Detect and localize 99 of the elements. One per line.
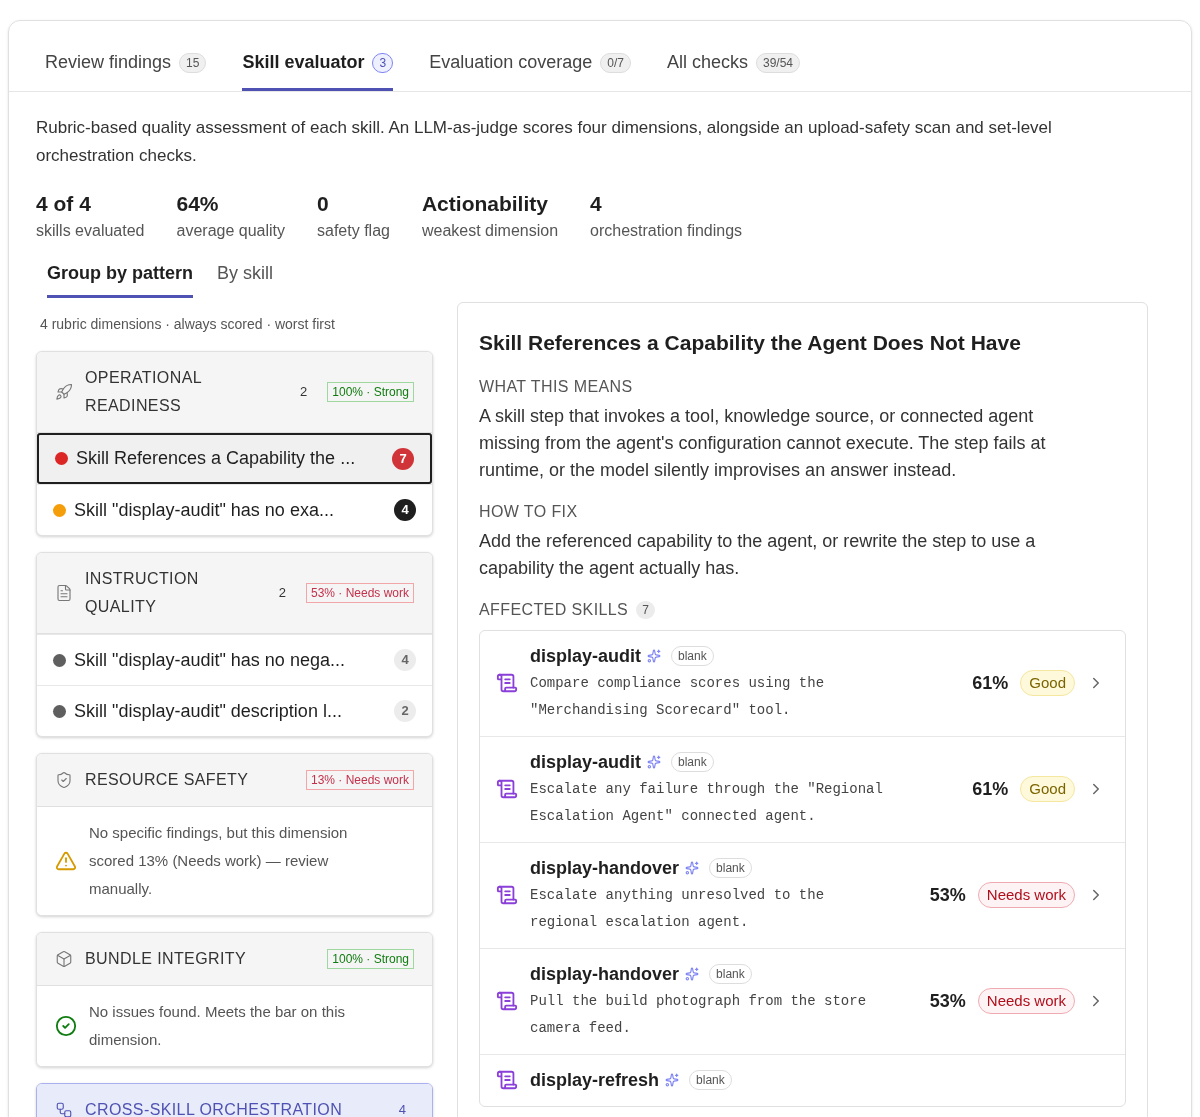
- skill-row[interactable]: display-handover blank Pull the build photograph from the store camera feed. 53% Needs work: [480, 947, 1125, 1054]
- group-title: CROSS-SKILL ORCHESTRATION: [85, 1100, 344, 1117]
- tab[interactable]: Review findings 15: [45, 21, 207, 91]
- groups-caption: 4 rubric dimensions · always scored · worst first: [39, 315, 336, 334]
- group-header[interactable]: RESOURCE SAFETY 13% · Needs work: [37, 754, 432, 807]
- group-icon: [55, 1101, 73, 1117]
- skill-row[interactable]: display-audit blank Compare compliance scores using the "Merchandising Scorecard" tool. 61% Good: [480, 630, 1125, 736]
- stat-label: skills evaluated: [36, 221, 145, 241]
- section-text: Add the referenced capability to the agent, or rewrite the step to use a capability the agent actually has.: [479, 529, 1037, 580]
- stat-label: orchestration findings: [590, 221, 743, 241]
- score-badge: 53% · Needs work: [305, 583, 414, 603]
- warning-icon: [55, 850, 77, 872]
- tab[interactable]: All checks 39/54: [666, 21, 801, 91]
- view-tab[interactable]: By skill: [217, 260, 274, 298]
- finding-count: 7: [392, 447, 414, 470]
- group-header[interactable]: BUNDLE INTEGRITY 100% · Strong: [37, 933, 432, 986]
- finding-title: Skill "display-audit" has no nega...: [74, 648, 346, 672]
- group-icon: [55, 584, 73, 602]
- sparkle-icon: [685, 967, 700, 981]
- group-header[interactable]: INSTRUCTION QUALITY 2 53% · Needs work: [37, 553, 432, 634]
- tab-count: 39/54: [756, 52, 801, 73]
- skill-step: Pull the build photograph from the store camera feed.: [530, 987, 918, 1042]
- finding-title: Skill "display-audit" description l...: [74, 699, 343, 723]
- rating-badge: Needs work: [977, 882, 1075, 908]
- rating-badge: Good: [1020, 670, 1075, 696]
- skill-step: Compare compliance scores using the "Merchandising Scorecard" tool.: [530, 669, 961, 724]
- finding-title: Skill "display-audit" has no exa...: [74, 498, 335, 522]
- skill-name: display-audit: [530, 644, 641, 668]
- group-title: INSTRUCTION QUALITY: [85, 569, 200, 617]
- group-message: No specific findings, but this dimension scored 13% (Needs work) — review manually.: [89, 823, 349, 899]
- skill-score: 61%: [972, 671, 1009, 695]
- group-icon: [55, 771, 73, 789]
- group-icon: [55, 383, 73, 401]
- finding-item[interactable]: Skill References a Capability the ... 7: [37, 433, 432, 484]
- skill-score: 53%: [929, 883, 966, 907]
- group-header[interactable]: CROSS-SKILL ORCHESTRATION 4: [37, 1084, 432, 1117]
- skill-row[interactable]: display-handover blank Escalate anything unresolved to the regional escalation agent. 53% Needs work: [480, 841, 1125, 948]
- group-message: No issues found. Meets the bar on this dimension.: [89, 1002, 346, 1050]
- section-heading: AFFECTED SKILLS: [479, 599, 629, 620]
- group-count: 2: [278, 584, 286, 603]
- group-title: OPERATIONAL READINESS: [85, 368, 203, 416]
- score-badge: 13% · Needs work: [305, 770, 414, 790]
- section-heading: HOW TO FIX: [479, 501, 579, 522]
- finding-count: 4: [394, 499, 416, 521]
- stat-label: weakest dimension: [421, 221, 559, 241]
- skill-step: Escalate anything unresolved to the regional escalation agent.: [530, 881, 918, 936]
- stat-value: 64%: [176, 191, 220, 217]
- description: Rubric-based quality assessment of each skill. An LLM-as-judge scores four dimensions, alongside an upload-safety scan and set-level orchestration checks.: [35, 117, 1053, 167]
- scroll-icon: [496, 884, 518, 906]
- finding-title: Skill References a Capability the ...: [76, 447, 357, 470]
- stat-label: average quality: [176, 221, 285, 241]
- rating-badge: Good: [1020, 776, 1075, 802]
- group-header[interactable]: OPERATIONAL READINESS 2 100% · Strong: [37, 352, 432, 433]
- scroll-icon: [496, 990, 518, 1012]
- tab-count: 15: [179, 52, 207, 73]
- tab-count: 3: [372, 52, 394, 73]
- skill-row[interactable]: display-audit blank Escalate any failure through the "Regional Escalation Agent" connected agent. 61% Good: [480, 735, 1125, 842]
- group-icon: [55, 950, 73, 968]
- finding-count: 2: [394, 700, 416, 722]
- finding-count: 4: [394, 649, 416, 671]
- scroll-icon: [496, 778, 518, 800]
- stat-value: 4: [590, 191, 603, 217]
- stat-value: Actionability: [421, 191, 549, 217]
- view-tab[interactable]: Group by pattern: [47, 260, 193, 298]
- tab[interactable]: Skill evaluator 3: [242, 21, 394, 91]
- skill-name: display-handover: [530, 962, 680, 986]
- sparkle-icon: [647, 649, 661, 663]
- skill-row[interactable]: display-refresh blank: [480, 1053, 1125, 1106]
- scroll-icon: [496, 1069, 518, 1091]
- skill-name: display-audit: [530, 750, 641, 774]
- score-badge: 100% · Strong: [327, 949, 414, 969]
- finding-item[interactable]: Skill "display-audit" has no nega... 4: [37, 634, 432, 685]
- check-icon: [55, 1015, 77, 1037]
- finding-item[interactable]: Skill "display-audit" has no exa... 4: [37, 484, 432, 535]
- stat-value: 4 of 4: [36, 191, 92, 217]
- sparkle-icon: [647, 755, 661, 769]
- group-title: BUNDLE INTEGRITY: [85, 949, 248, 969]
- section-heading: WHAT THIS MEANS: [479, 376, 634, 397]
- rating-badge: Needs work: [977, 988, 1075, 1014]
- finding-item[interactable]: Skill "display-audit" description l... 2: [37, 685, 432, 736]
- group-title: RESOURCE SAFETY: [85, 770, 250, 790]
- section-text: A skill step that invokes a tool, knowledge source, or connected agent missing from the agent's configuration cannot execute. The step fails at runtime, or the model silently improvises an answer instead.: [479, 404, 1047, 482]
- skill-name: display-handover: [530, 856, 680, 880]
- affected-count: 7: [636, 600, 655, 619]
- score-badge: 100% · Strong: [327, 382, 414, 402]
- scroll-icon: [496, 672, 518, 694]
- detail-title: Skill References a Capability the Agent Does Not Have: [479, 330, 1022, 356]
- sparkle-icon: [685, 861, 700, 875]
- skill-score: 61%: [972, 777, 1009, 801]
- tab-count: 0/7: [600, 52, 631, 73]
- stat-value: 0: [317, 191, 330, 217]
- sparkle-icon: [665, 1073, 680, 1087]
- tab[interactable]: Evaluation coverage 0/7: [429, 21, 631, 91]
- skill-step: Escalate any failure through the "Regional Escalation Agent" connected agent.: [530, 775, 961, 830]
- skill-name: display-refresh: [530, 1068, 660, 1092]
- skill-score: 53%: [929, 989, 966, 1013]
- group-count: 2: [300, 383, 308, 402]
- group-count: 4: [398, 1101, 406, 1117]
- stat-label: safety flag: [317, 221, 390, 241]
